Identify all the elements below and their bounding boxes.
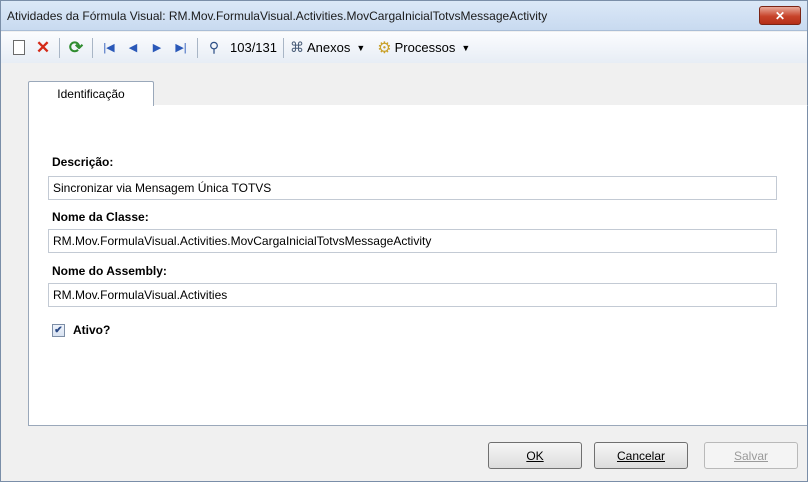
toolbar-separator xyxy=(283,37,284,58)
description-label: Descrição: xyxy=(52,155,114,169)
toolbar-separator xyxy=(92,37,93,58)
close-icon: ✕ xyxy=(774,8,786,23)
active-checkbox[interactable]: ✔ xyxy=(52,323,65,337)
save-button[interactable]: Salvar xyxy=(704,442,798,469)
toolbar: ✕ ⟳ |◀ ◀ ▶ ▶| ⚲ 103/131 ⌘ Anexos ▼ ⚙ Pro… xyxy=(1,32,807,63)
binoculars-icon: ⚲ xyxy=(208,39,220,55)
cancel-button[interactable]: Cancelar xyxy=(594,442,688,469)
processes-menu[interactable]: ⚙ Processos ▼ xyxy=(377,37,478,59)
tab-identificacao[interactable]: Identificação xyxy=(28,81,154,106)
new-document-icon xyxy=(13,40,25,55)
dialog-window: Atividades da Fórmula Visual: RM.Mov.For… xyxy=(0,0,808,482)
description-input[interactable] xyxy=(48,176,777,200)
processes-label: Processos xyxy=(394,40,456,55)
last-record-button[interactable]: ▶| xyxy=(171,37,191,59)
chevron-down-icon: ▼ xyxy=(461,42,471,53)
refresh-button[interactable]: ⟳ xyxy=(66,37,86,59)
active-label: Ativo? xyxy=(73,323,111,337)
window-title: Atividades da Fórmula Visual: RM.Mov.For… xyxy=(7,9,548,23)
assembly-name-label: Nome do Assembly: xyxy=(52,264,167,278)
ok-button[interactable]: OK xyxy=(488,442,582,469)
find-record-button[interactable]: ⚲ xyxy=(204,37,224,59)
title-bar[interactable]: Atividades da Fórmula Visual: RM.Mov.For… xyxy=(1,1,807,31)
delete-icon: ✕ xyxy=(35,37,51,57)
chevron-down-icon: ▼ xyxy=(356,42,366,53)
toolbar-separator xyxy=(59,37,60,58)
attachments-menu[interactable]: ⌘ Anexos ▼ xyxy=(290,37,373,59)
first-record-icon: |◀ xyxy=(103,42,115,54)
record-counter: 103/131 xyxy=(230,40,277,55)
next-record-icon: ▶ xyxy=(152,42,162,54)
class-name-input[interactable] xyxy=(48,229,777,253)
gears-icon: ⚙ xyxy=(377,39,392,57)
refresh-icon: ⟳ xyxy=(68,37,84,57)
first-record-button[interactable]: |◀ xyxy=(99,37,119,59)
previous-record-icon: ◀ xyxy=(128,42,138,54)
class-name-label: Nome da Classe: xyxy=(52,210,149,224)
tab-label: Identificação xyxy=(57,87,125,101)
new-record-button[interactable] xyxy=(9,37,29,59)
delete-record-button[interactable]: ✕ xyxy=(33,37,53,59)
toolbar-separator xyxy=(197,37,198,58)
paperclip-icon: ⌘ xyxy=(290,39,304,55)
next-record-button[interactable]: ▶ xyxy=(147,37,167,59)
assembly-name-input[interactable] xyxy=(48,283,777,307)
previous-record-button[interactable]: ◀ xyxy=(123,37,143,59)
attachments-label: Anexos xyxy=(307,40,351,55)
active-checkbox-row[interactable]: ✔ Ativo? xyxy=(52,323,110,337)
close-button[interactable]: ✕ xyxy=(759,6,801,25)
last-record-icon: ▶| xyxy=(175,42,187,54)
